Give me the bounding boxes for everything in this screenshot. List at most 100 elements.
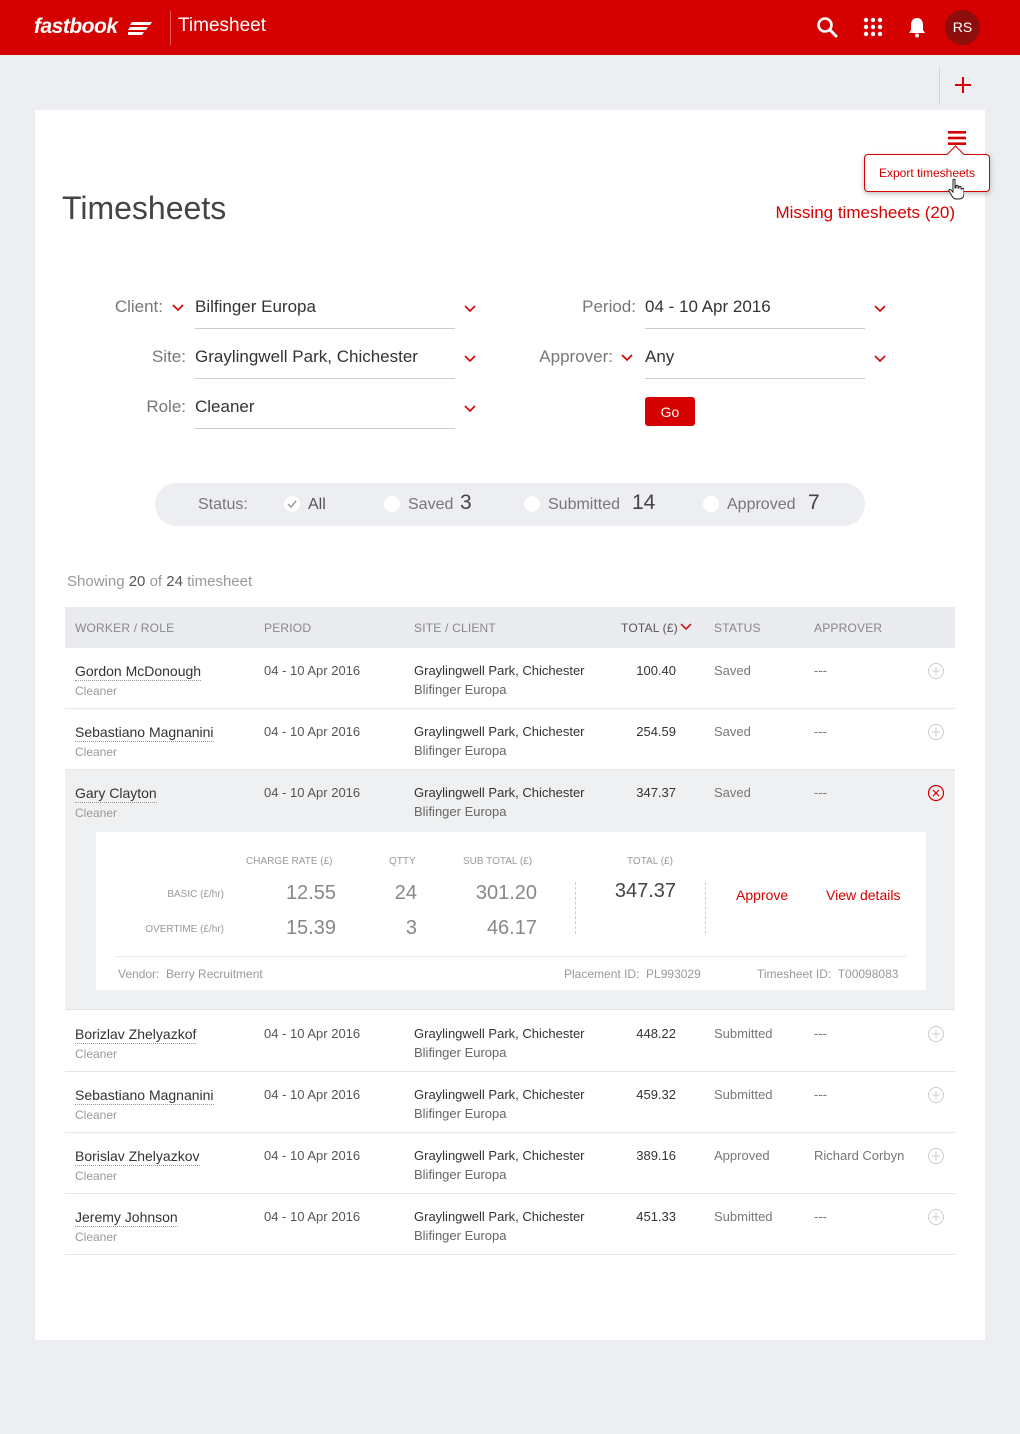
table-row[interactable]: Sebastiano Magnanini Cleaner 04 - 10 Apr… [65,709,955,770]
row-total: 347.37 [636,785,676,800]
approve-link[interactable]: Approve [736,887,788,903]
row-status: Submitted [714,1026,773,1041]
worker-name[interactable]: Gordon McDonough [75,663,202,681]
row-client: Blifinger Europa [414,1228,507,1243]
col-total[interactable]: TOTAL (£) [621,621,678,635]
missing-timesheets-link[interactable]: Missing timesheets (20) [775,203,955,223]
user-avatar[interactable]: RS [945,10,980,45]
status-saved-label[interactable]: Saved [408,496,453,514]
row-client: Blifinger Europa [414,804,507,819]
status-submitted-label[interactable]: Submitted [548,496,620,514]
row-approver: --- [814,1209,827,1224]
row-status: Saved [714,724,751,739]
client-select-chevron-down-icon[interactable] [463,304,477,314]
worker-name[interactable]: Sebastiano Magnanini [75,724,214,742]
period-select-chevron-down-icon[interactable] [873,304,887,314]
client-label: Client: [114,297,163,316]
hamburger-menu-icon[interactable] [948,130,966,146]
top-bar: fastbook Timesheet RS [0,0,1020,55]
bell-icon[interactable] [905,15,929,39]
sort-chevron-down-icon[interactable] [680,623,692,632]
overtime-rate: 15.39 [285,917,336,939]
approver-select-chevron-down-icon[interactable] [873,354,887,364]
status-filter-bar: Status: All Saved 3 Submitted 14 Approve… [155,483,865,526]
row-site: Graylingwell Park, Chichester [414,724,585,739]
worker-name[interactable]: Gary Clayton [75,785,157,803]
role-select[interactable]: Cleaner [195,397,455,429]
site-label: Site: [151,347,186,366]
row-site: Graylingwell Park, Chichester [414,1087,585,1102]
row-site: Graylingwell Park, Chichester [414,1209,585,1224]
approver-select[interactable]: Any [645,347,865,379]
table-row[interactable]: Borislav Zhelyazkov Cleaner 04 - 10 Apr … [65,1133,955,1194]
col-worker-role[interactable]: WORKER / ROLE [75,621,174,635]
vendor-info: Vendor: Berry Recruitment [118,967,263,981]
col-period[interactable]: PERIOD [264,621,311,635]
brand-logo-icon [128,22,152,35]
expand-plus-icon[interactable] [927,723,945,741]
approver-chevron-down-icon[interactable] [620,353,634,363]
row-approver: --- [814,724,827,739]
row-approver: --- [814,785,827,800]
table-row[interactable]: Sebastiano Magnanini Cleaner 04 - 10 Apr… [65,1072,955,1133]
detail-total: 347.37 [614,880,676,902]
app-title: Timesheet [178,15,266,36]
period-select[interactable]: 04 - 10 Apr 2016 [645,297,865,329]
row-period: 04 - 10 Apr 2016 [264,663,361,678]
col-site-client[interactable]: SITE / CLIENT [414,621,496,635]
apps-grid-icon[interactable] [861,15,885,39]
site-select-chevron-down-icon[interactable] [463,354,477,364]
status-approved-label[interactable]: Approved [727,496,796,514]
table-row[interactable]: Gordon McDonough Cleaner 04 - 10 Apr 201… [65,648,955,709]
expand-plus-icon[interactable] [927,1086,945,1104]
row-total: 389.16 [636,1148,676,1163]
client-chevron-down-icon[interactable] [171,303,185,313]
topbar-divider [170,11,171,45]
table-row[interactable]: Borizlav Zhelyazkof Cleaner 04 - 10 Apr … [65,1011,955,1072]
site-select[interactable]: Graylingwell Park, Chichester [195,347,455,379]
worker-role: Cleaner [75,1108,118,1122]
row-site: Graylingwell Park, Chichester [414,1148,585,1163]
placement-id: Placement ID: PL993029 [564,967,701,981]
row-status: Submitted [714,1209,773,1224]
worker-name[interactable]: Sebastiano Magnanini [75,1087,214,1105]
row-total: 459.32 [636,1087,676,1102]
worker-name[interactable]: Borislav Zhelyazkov [75,1148,200,1166]
row-period: 04 - 10 Apr 2016 [264,785,361,800]
client-select[interactable]: Bilfinger Europa [195,297,455,329]
status-submitted-radio[interactable] [524,496,540,512]
row-status: Saved [714,663,751,678]
expand-plus-icon[interactable] [927,1208,945,1226]
results-count: Showing 20 of 24 timesheet [67,573,253,590]
table-row-expanded[interactable]: Gary Clayton Cleaner 04 - 10 Apr 2016 Gr… [65,770,955,1010]
row-total: 448.22 [636,1026,676,1041]
status-all-label[interactable]: All [308,496,326,514]
status-saved-radio[interactable] [384,496,400,512]
add-icon[interactable] [952,74,974,96]
row-client: Blifinger Europa [414,1106,507,1121]
expand-plus-icon[interactable] [927,1147,945,1165]
detail-charge-rate-header: CHARGE RATE (£) [246,856,333,867]
worker-role: Cleaner [75,745,118,759]
role-select-chevron-down-icon[interactable] [463,404,477,414]
collapse-close-icon[interactable] [927,784,945,802]
export-timesheets-tooltip[interactable]: Export timesheets [864,154,990,192]
detail-divider [705,882,706,934]
search-icon[interactable] [815,15,839,39]
col-approver[interactable]: APPROVER [814,621,882,635]
col-status[interactable]: STATUS [714,621,761,635]
brand-logo[interactable]: fastbook [34,15,118,39]
go-button[interactable]: Go [645,397,695,426]
status-all-radio[interactable] [284,496,300,512]
row-client: Blifinger Europa [414,1167,507,1182]
role-label: Role: [146,397,186,416]
expand-plus-icon[interactable] [927,662,945,680]
row-status: Approved [714,1148,770,1163]
table-row[interactable]: Jeremy Johnson Cleaner 04 - 10 Apr 2016 … [65,1194,955,1255]
worker-name[interactable]: Jeremy Johnson [75,1209,178,1227]
expand-plus-icon[interactable] [927,1025,945,1043]
worker-name[interactable]: Borizlav Zhelyazkof [75,1026,197,1044]
view-details-link[interactable]: View details [826,887,900,903]
status-approved-radio[interactable] [703,496,719,512]
basic-qty: 24 [394,882,417,904]
